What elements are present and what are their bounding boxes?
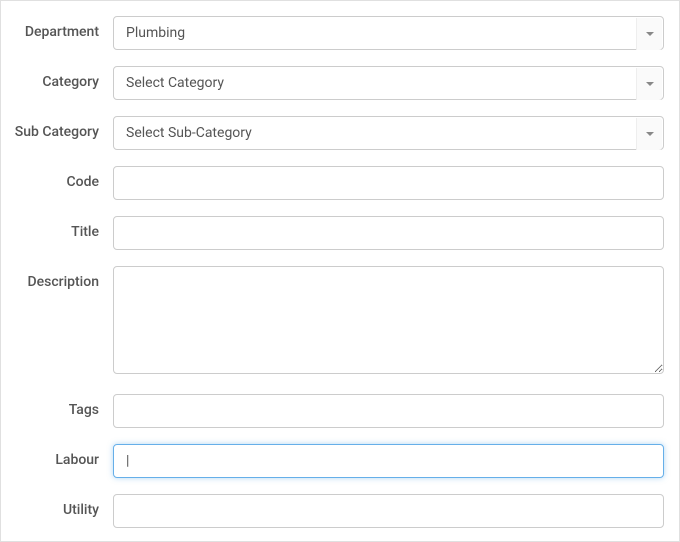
row-utility: Utility bbox=[1, 494, 664, 528]
category-select-value: Select Category bbox=[126, 75, 224, 91]
utility-input[interactable] bbox=[113, 494, 664, 528]
subcategory-select[interactable]: Select Sub-Category bbox=[113, 116, 664, 150]
code-input[interactable] bbox=[113, 166, 664, 200]
chevron-down-icon bbox=[636, 18, 662, 50]
row-description: Description bbox=[1, 266, 664, 378]
chevron-down-icon bbox=[636, 118, 662, 150]
subcategory-select-value: Select Sub-Category bbox=[126, 125, 252, 141]
labour-input[interactable]: | bbox=[113, 444, 664, 478]
row-category: Category Select Category bbox=[1, 66, 664, 100]
department-select-value: Plumbing bbox=[126, 25, 185, 41]
text-cursor: | bbox=[124, 453, 129, 469]
label-tags: Tags bbox=[1, 394, 113, 419]
row-labour: Labour | bbox=[1, 444, 664, 478]
row-subcategory: Sub Category Select Sub-Category bbox=[1, 116, 664, 150]
label-utility: Utility bbox=[1, 494, 113, 519]
label-department: Department bbox=[1, 16, 113, 41]
label-labour: Labour bbox=[1, 444, 113, 469]
department-select[interactable]: Plumbing bbox=[113, 16, 664, 50]
chevron-down-icon bbox=[636, 68, 662, 100]
title-input[interactable] bbox=[113, 216, 664, 250]
description-input[interactable] bbox=[113, 266, 664, 374]
row-code: Code bbox=[1, 166, 664, 200]
label-code: Code bbox=[1, 166, 113, 191]
label-category: Category bbox=[1, 66, 113, 91]
row-tags: Tags bbox=[1, 394, 664, 428]
label-description: Description bbox=[1, 266, 113, 291]
tags-input[interactable] bbox=[113, 394, 664, 428]
row-department: Department Plumbing bbox=[1, 16, 664, 50]
category-select[interactable]: Select Category bbox=[113, 66, 664, 100]
form-container: Department Plumbing Category Select Cate… bbox=[0, 0, 680, 542]
row-title: Title bbox=[1, 216, 664, 250]
label-title: Title bbox=[1, 216, 113, 241]
label-subcategory: Sub Category bbox=[1, 116, 113, 141]
